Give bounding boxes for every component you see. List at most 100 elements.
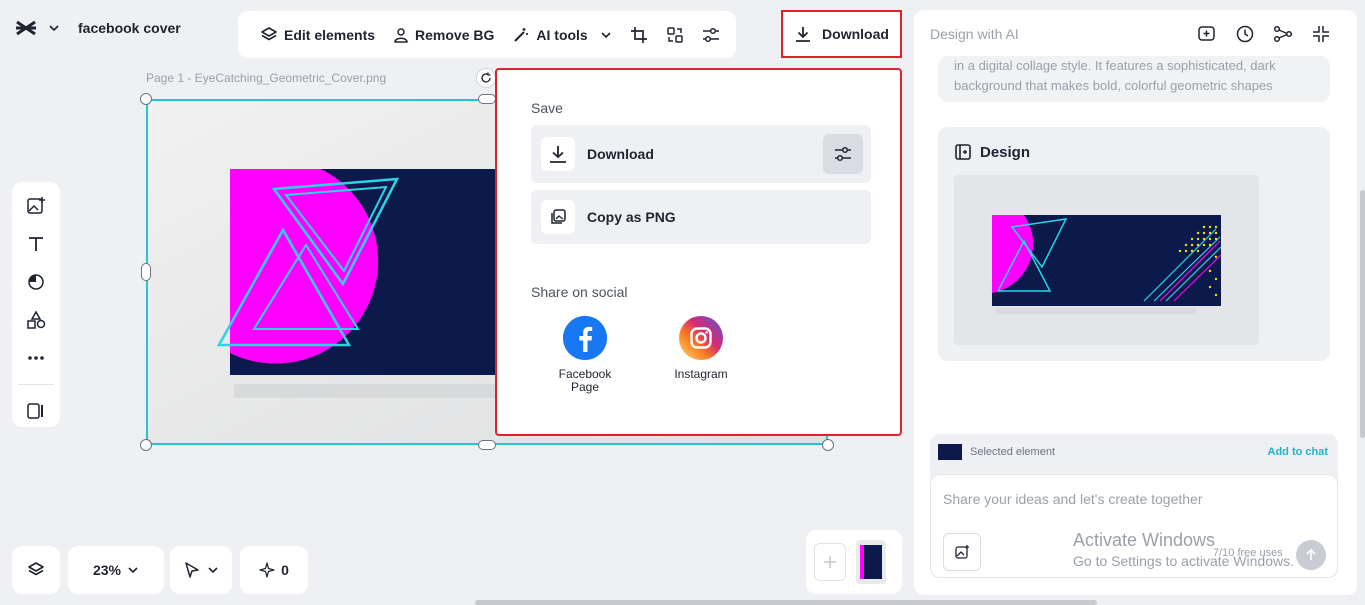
divider (18, 384, 54, 385)
download-settings-button[interactable] (823, 134, 863, 174)
download-icon (548, 144, 568, 164)
resize-handle-top[interactable] (478, 94, 496, 104)
capcut-logo-icon (14, 18, 38, 38)
windows-activation-watermark: Activate Windows Go to Settings to activ… (1073, 530, 1294, 569)
page-label: Page 1 - EyeCatching_Geometric_Cover.png (146, 71, 387, 85)
share-nodes-icon[interactable] (1273, 24, 1293, 44)
copy-image-icon (549, 208, 567, 226)
panel-icon (26, 402, 46, 420)
collapse-icon[interactable] (1311, 24, 1331, 44)
resize-handle-bottom[interactable] (478, 440, 496, 450)
design-card-header: Design (954, 143, 1030, 161)
instagram-label: Instagram (674, 367, 728, 381)
page-strip (806, 530, 902, 594)
arrow-up-icon (1304, 548, 1318, 562)
attach-image-button[interactable] (943, 533, 981, 571)
remove-bg-label: Remove BG (415, 26, 495, 43)
add-to-chat-button[interactable]: Add to chat (1268, 446, 1329, 458)
copy-png-option[interactable]: Copy as PNG (531, 190, 871, 244)
download-label: Download (822, 26, 889, 42)
chevron-down-icon (127, 564, 139, 576)
new-chat-icon[interactable] (1197, 24, 1217, 44)
more-icon (27, 355, 45, 361)
facebook-label-line2: Page (570, 380, 600, 394)
remove-bg-button[interactable]: Remove BG (385, 18, 502, 52)
more-tools-button[interactable] (24, 346, 48, 370)
zoom-value: 23% (92, 562, 122, 578)
design-result-card: Design (938, 127, 1330, 361)
add-image-button[interactable] (24, 194, 48, 218)
send-button[interactable] (1296, 540, 1326, 570)
cursor-icon (183, 561, 201, 579)
image-plus-icon (26, 196, 46, 216)
resize-handle-bottom-left[interactable] (140, 439, 152, 451)
ai-tools-label: AI tools (536, 26, 588, 43)
save-heading: Save (531, 100, 563, 116)
edit-elements-label: Edit elements (284, 26, 376, 43)
document-title[interactable]: facebook cover (78, 20, 181, 36)
resize-button[interactable] (658, 18, 692, 52)
text-icon (27, 235, 45, 253)
share-instagram-button[interactable]: Instagram (659, 316, 743, 381)
elements-tool-button[interactable] (24, 308, 48, 332)
sliders-icon (834, 145, 852, 163)
adjust-button[interactable] (694, 18, 728, 52)
download-popup: Save Download Copy as PNG Share on socia… (495, 68, 902, 436)
layers-icon (27, 561, 45, 579)
ai-message-excerpt: in a digital collage style. It features … (938, 56, 1330, 102)
chevron-down-icon[interactable] (48, 22, 60, 34)
excerpt-line-1: in a digital collage style. It features … (954, 58, 1276, 73)
excerpt-line-2: background that makes bold, colorful geo… (954, 78, 1273, 93)
download-icon (794, 25, 812, 43)
download-option-label: Download (587, 146, 654, 162)
ai-tools-button[interactable]: AI tools (504, 18, 619, 52)
watermark-line-2: Go to Settings to activate Windows. (1073, 553, 1294, 569)
page-thumbnail[interactable] (856, 540, 886, 584)
crop-icon (630, 26, 648, 44)
brand[interactable]: facebook cover (14, 18, 181, 38)
layers-button[interactable] (12, 546, 60, 594)
selected-element-thumbnail (938, 444, 962, 460)
person-icon (393, 27, 409, 43)
credits-count: 0 (281, 562, 289, 578)
credits-button[interactable]: 0 (240, 546, 308, 594)
download-button[interactable]: Download (781, 10, 902, 58)
panel-toggle-button[interactable] (24, 399, 48, 423)
rotate-handle[interactable] (476, 68, 496, 88)
left-toolbar (12, 182, 60, 427)
ai-design-panel: Design with AI in a digital collage styl… (914, 10, 1357, 595)
magic-wand-icon (512, 26, 530, 44)
vertical-scrollbar[interactable] (1360, 190, 1365, 438)
horizontal-scrollbar[interactable] (475, 600, 1097, 605)
crop-button[interactable] (622, 18, 656, 52)
top-toolbar: Edit elements Remove BG AI tools (238, 11, 736, 58)
download-option-icon-box (541, 137, 575, 171)
chevron-down-icon (600, 29, 612, 41)
add-page-button[interactable] (814, 543, 846, 581)
share-heading: Share on social (531, 284, 628, 300)
shapes-tool-button[interactable] (24, 270, 48, 294)
sparkle-icon (259, 562, 275, 578)
watermark-line-1: Activate Windows (1073, 530, 1216, 550)
resize-handle-top-left[interactable] (140, 93, 152, 105)
resize-handle-left[interactable] (141, 263, 151, 281)
plus-icon (822, 554, 838, 570)
rotate-icon (480, 72, 492, 84)
layers-icon (260, 26, 278, 44)
text-tool-button[interactable] (24, 232, 48, 256)
pointer-tool[interactable] (170, 546, 232, 594)
download-option[interactable]: Download (531, 125, 871, 183)
image-plus-icon (954, 544, 970, 560)
design-heading: Design (980, 143, 1031, 161)
design-thumbnail-art (992, 215, 1222, 314)
zoom-control[interactable]: 23% (68, 546, 164, 594)
resize-handle-bottom-right[interactable] (822, 439, 834, 451)
history-icon[interactable] (1235, 24, 1255, 44)
panel-title: Design with AI (930, 26, 1019, 42)
panel-actions (1197, 24, 1331, 44)
shapes-icon (27, 273, 45, 291)
design-thumbnail[interactable] (954, 175, 1259, 345)
share-facebook-button[interactable]: Facebook Page (543, 316, 627, 394)
elements-icon (26, 310, 46, 330)
edit-elements-button[interactable]: Edit elements (252, 18, 383, 52)
